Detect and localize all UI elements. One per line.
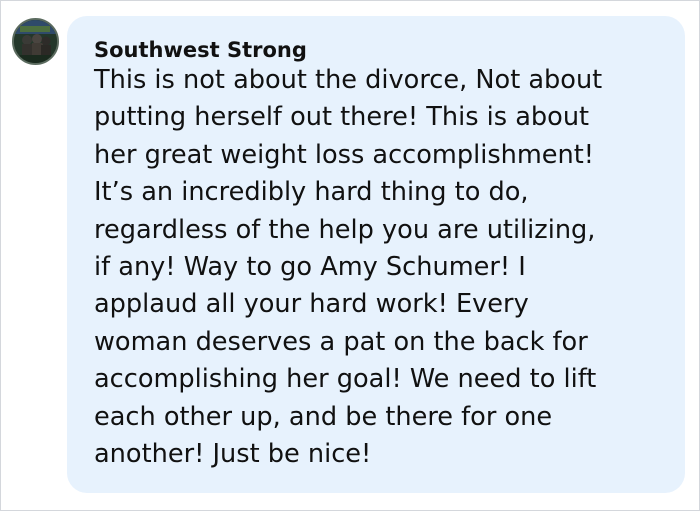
comment-text-line: woman deserves a pat on the back for xyxy=(94,326,588,357)
comment-text-line: This is not about the divorce, Not about xyxy=(94,65,603,95)
comment-text-line: another! Just be nice! xyxy=(94,439,372,470)
comment-text-line: accomplishing her goal! We need to lift xyxy=(94,364,597,395)
comment-text: This is not about the divorce, Not about… xyxy=(94,62,661,473)
comment-text-line: applaud all your hard work! Every xyxy=(94,289,529,320)
comment-text-line: It’s an incredibly hard thing to do, xyxy=(94,177,529,208)
comment-text-line: putting herself out there! This is about xyxy=(94,102,590,133)
comment-text-line: her great weight loss accomplishment! xyxy=(94,139,595,170)
profile-photo-icon xyxy=(14,20,57,63)
comment-text-line: each other up, and be there for one xyxy=(94,401,553,432)
comment-card: Southwest Strong This is not about the d… xyxy=(0,0,700,511)
comment-author-name[interactable]: Southwest Strong xyxy=(94,38,661,62)
comment-bubble: Southwest Strong This is not about the d… xyxy=(67,16,685,493)
comment-text-line: if any! Way to go Amy Schumer! I xyxy=(94,252,526,283)
comment-text-line: regardless of the help you are utilizing… xyxy=(94,214,596,245)
avatar[interactable] xyxy=(12,18,59,65)
